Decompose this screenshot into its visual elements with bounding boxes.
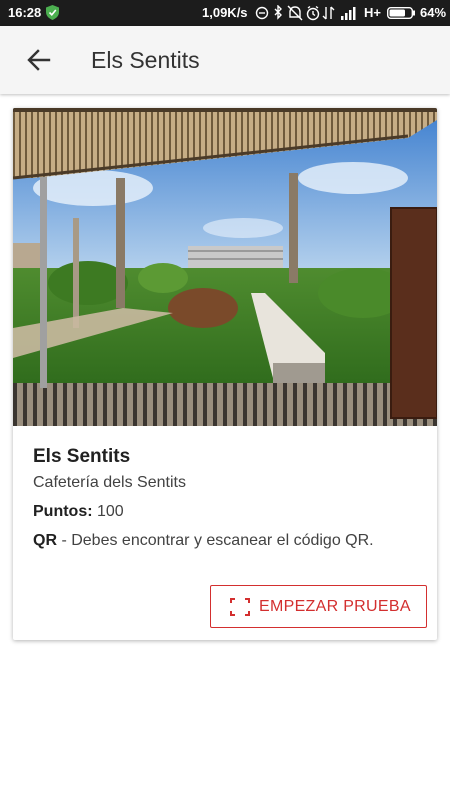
points-line: Puntos: 100 bbox=[33, 503, 124, 521]
status-bar: 16:28 1,09K/s H+ 64% bbox=[0, 0, 450, 26]
signal-icon bbox=[341, 7, 356, 20]
status-time: 16:28 bbox=[8, 5, 42, 20]
battery-icon bbox=[387, 7, 415, 19]
qr-scan-icon bbox=[230, 598, 250, 616]
qr-label: QR bbox=[33, 532, 57, 549]
back-button[interactable] bbox=[20, 41, 58, 79]
app-bar: Els Sentits bbox=[0, 26, 450, 94]
bluetooth-icon bbox=[274, 5, 282, 20]
points-value: 100 bbox=[97, 503, 124, 520]
start-challenge-button[interactable]: EMPEZAR PRUEBA bbox=[210, 585, 427, 628]
data-transfer-icon bbox=[322, 6, 335, 20]
alarm-off-icon bbox=[255, 6, 269, 20]
alarm-icon bbox=[306, 5, 320, 21]
battery-percent: 64% bbox=[420, 5, 447, 20]
network-speed: 1,09K/s bbox=[202, 5, 248, 20]
arrow-left-icon bbox=[27, 49, 51, 71]
shield-check-icon bbox=[46, 5, 59, 20]
bell-off-icon bbox=[287, 5, 303, 21]
challenge-card: Els Sentits Cafetería dels Sentits Punto… bbox=[13, 108, 437, 640]
page-title: Els Sentits bbox=[91, 47, 200, 73]
network-type: H+ bbox=[364, 5, 381, 20]
points-label: Puntos: bbox=[33, 503, 93, 520]
qr-line: QR - Debes encontrar y escanear el códig… bbox=[33, 532, 374, 550]
system-icons bbox=[255, 5, 356, 21]
card-title: Els Sentits bbox=[33, 446, 131, 467]
card-subtitle: Cafetería dels Sentits bbox=[33, 474, 186, 491]
qr-description: - Debes encontrar y escanear el código Q… bbox=[57, 532, 374, 549]
start-button-label: EMPEZAR PRUEBA bbox=[259, 598, 411, 615]
park-photo bbox=[13, 108, 437, 426]
